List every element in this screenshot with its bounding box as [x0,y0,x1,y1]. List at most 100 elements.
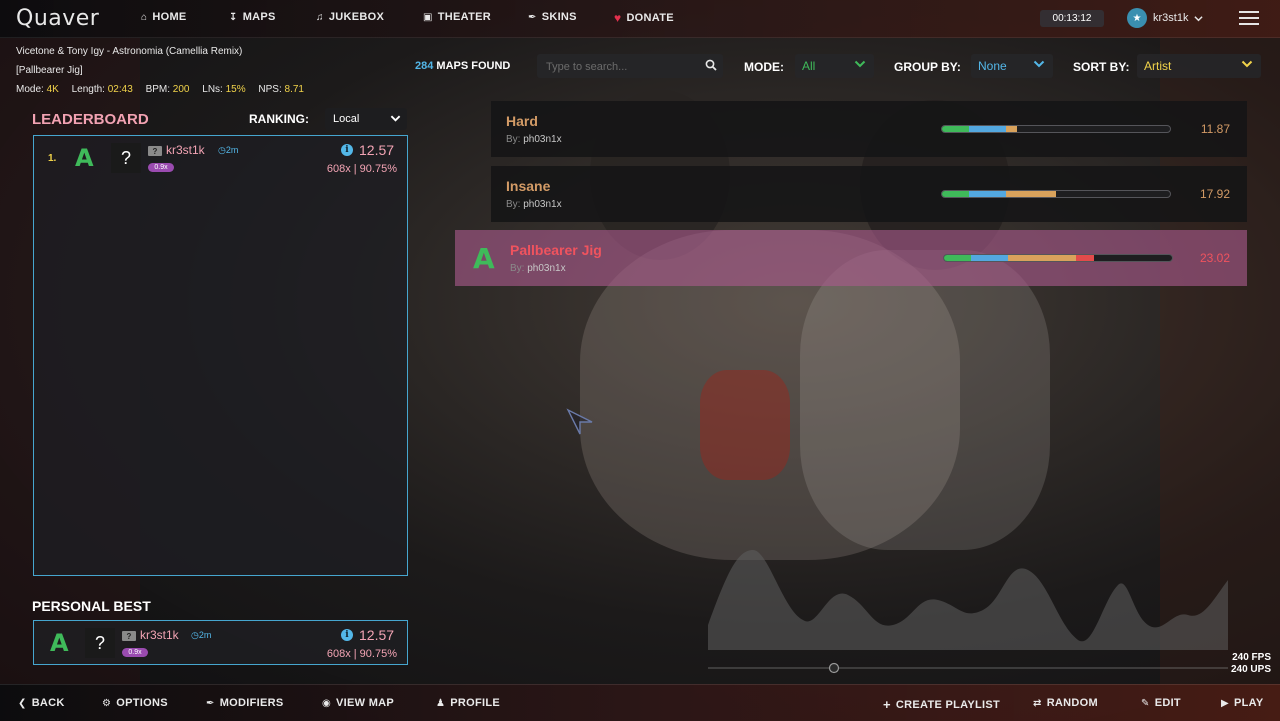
play-button[interactable]: ▶ PLAY [1221,697,1264,709]
personal-best-title: PERSONAL BEST [32,598,151,614]
nav-theater-label: THEATER [437,11,491,23]
nav-maps[interactable]: ↧ MAPS [229,11,276,23]
rating-bar-segment [944,255,972,261]
hamburger-menu-icon[interactable] [1239,11,1259,25]
creator-by-label: By: [510,263,525,274]
nav-jukebox[interactable]: ♫ JUKEBOX [316,11,384,23]
difficulty-rating-bar [941,125,1171,133]
pb-rating: 12.57 [359,627,395,643]
mode-filter-label: MODE: [744,60,784,74]
length-value: 02:43 [107,84,133,95]
user-icon: ♟ [436,697,446,709]
group-by-dropdown[interactable]: None [971,54,1053,78]
player-name[interactable]: kr3st1k [166,143,205,157]
gears-icon: ⚙ [102,697,112,709]
difficulty-row[interactable]: A Pallbearer Jig By: ph03n1x 23.02 [455,230,1247,286]
graph-progress-handle[interactable] [828,662,840,674]
nav-maps-label: MAPS [242,11,276,23]
nav-theater[interactable]: ▣ THEATER [423,11,491,23]
leaderboard-title: LEADERBOARD [32,111,149,128]
options-button[interactable]: ⚙ OPTIONS [102,697,168,709]
app-logo[interactable]: Quaver [16,6,99,31]
rating-bar-segment [969,126,1006,132]
back-button[interactable]: ❮ BACK [18,697,65,709]
difficulty-row[interactable]: Insane By: ph03n1x 17.92 [491,166,1247,222]
rating-bar-segment [942,191,970,197]
hamburger-line [1239,17,1259,19]
group-by-value: None [978,59,1007,73]
score-grade: A [75,144,94,172]
user-menu[interactable]: ★ kr3st1k [1127,8,1204,28]
pb-modifier-badge: 0.9x [122,648,148,657]
view-map-button[interactable]: ◉ VIEW MAP [322,697,394,709]
creator-name: ph03n1x [523,134,562,145]
personal-best-panel[interactable]: A ? ? kr3st1k ◷2m 0.9x i 12.57 608x | 90… [33,620,408,665]
nav-skins[interactable]: ✒ SKINS [528,11,577,23]
heart-icon: ♥ [614,11,622,25]
info-icon[interactable]: i [341,629,353,641]
nav-home-label: HOME [152,11,187,23]
username: kr3st1k [1153,12,1189,24]
shuffle-icon: ⇄ [1033,697,1042,709]
pb-grade: A [50,629,69,657]
rating-bar-segment [1007,255,1077,261]
hamburger-line [1239,23,1259,25]
nav-jukebox-label: JUKEBOX [328,11,385,23]
leaderboard-score-row[interactable]: 1. A ? ? kr3st1k ◷2m 0.9x i 12.57 608x |… [34,136,407,181]
pb-time: ◷2m [191,630,212,640]
rating-bar-segment [971,255,1008,261]
rating-bar-segment [969,191,1006,197]
difficulty-graph [708,550,1228,674]
nav-skins-label: SKINS [541,11,577,23]
group-by-label: GROUP BY: [894,60,961,74]
rating-bar-segment [1005,126,1018,132]
music-note-icon: ♫ [316,11,324,23]
search-box[interactable] [537,54,723,78]
score-time-value: 2m [225,145,239,155]
fps-value: 240 FPS [1232,652,1271,663]
sort-by-dropdown[interactable]: Artist [1137,54,1261,78]
difficulty-row[interactable]: Hard By: ph03n1x 11.87 [491,101,1247,157]
plus-icon: + [883,697,891,712]
mode-filter-dropdown[interactable]: All [795,54,874,78]
mode-label: Mode: [16,84,44,95]
view-map-label: VIEW MAP [336,697,395,709]
sort-by-value: Artist [1144,59,1172,73]
play-icon: ▶ [1221,697,1229,709]
back-label: BACK [31,697,65,709]
bottom-bar: ❮ BACK ⚙ OPTIONS ✒ MODIFIERS ◉ VIEW MAP … [0,684,1280,721]
search-input[interactable] [544,58,698,76]
nav-donate[interactable]: ♥ DONATE [614,11,674,25]
pb-time-value: 2m [198,630,212,640]
info-icon[interactable]: i [341,144,353,156]
edit-button[interactable]: ✎ EDIT [1141,697,1181,709]
leaderboard-panel: 1. A ? ? kr3st1k ◷2m 0.9x i 12.57 608x |… [33,135,408,576]
modifiers-button[interactable]: ✒ MODIFIERS [206,697,284,709]
bpm-label: BPM: [145,84,171,95]
maps-found-label: MAPS FOUND [436,60,511,72]
song-stats: Mode: 4K Length: 02:43 BPM: 200 LNs: 15%… [16,80,304,99]
song-difficulty: [Pallbearer Jig] [16,65,83,76]
ranking-dropdown[interactable]: Local [325,108,407,130]
nav-home[interactable]: ⌂ HOME [141,11,187,23]
pb-player-name[interactable]: kr3st1k [140,628,179,642]
random-button[interactable]: ⇄ RANDOM [1033,697,1098,709]
mode-value: 4K [46,84,59,95]
maps-found-count: 284 MAPS FOUND [415,60,510,72]
home-icon: ⌂ [141,11,148,23]
creator-by-label: By: [506,134,521,145]
flag-icon: ? [122,631,136,641]
difficulty-creator: By: ph03n1x [506,199,562,210]
nps-label: NPS: [258,84,282,95]
pb-avatar: ? [85,628,115,658]
bg-figure-body-2 [800,250,1050,550]
search-icon[interactable] [705,59,717,71]
difficulty-rating-bar [943,254,1173,262]
ranking-label: RANKING: [249,112,309,126]
modifiers-label: MODIFIERS [219,697,284,709]
length-label: Length: [71,84,105,95]
sort-by-label: SORT BY: [1073,60,1130,74]
create-playlist-button[interactable]: + CREATE PLAYLIST [883,697,1000,712]
pencil-icon: ✎ [1141,697,1150,709]
profile-button[interactable]: ♟ PROFILE [436,697,500,709]
